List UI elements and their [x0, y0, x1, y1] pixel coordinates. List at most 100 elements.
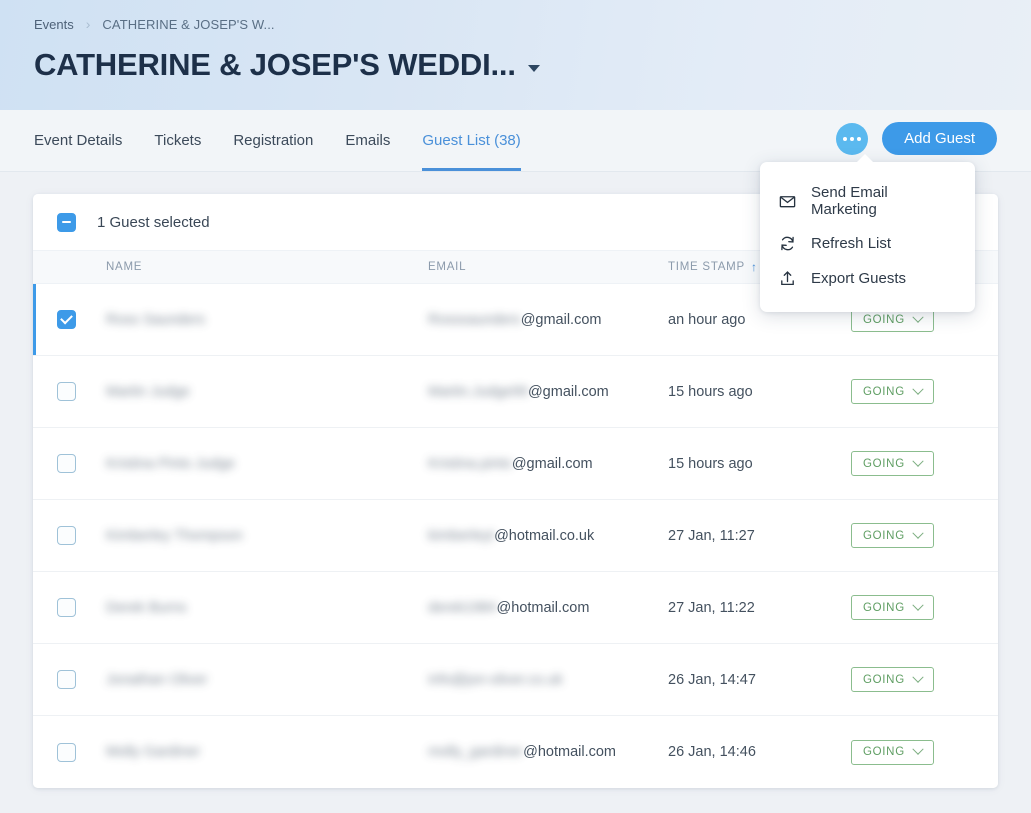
guest-email-cell: derek1984@hotmail.com — [428, 600, 668, 616]
guest-rsvp-cell: GOING — [851, 595, 998, 620]
tab-list: Event Details Tickets Registration Email… — [34, 110, 537, 171]
row-checkbox[interactable] — [57, 670, 76, 689]
rsvp-status-label: GOING — [863, 314, 905, 326]
guest-rsvp-cell: GOING — [851, 379, 998, 404]
guest-name-redacted: Martin Judge — [106, 384, 190, 400]
column-header-email[interactable]: EMAIL — [428, 261, 668, 273]
rsvp-status-badge[interactable]: GOING — [851, 523, 934, 548]
page-title: CATHERINE & JOSEP'S WEDDI... — [34, 48, 516, 82]
row-checkbox[interactable] — [57, 598, 76, 617]
chevron-right-icon: › — [86, 17, 91, 31]
guest-rsvp-cell: GOING — [851, 667, 998, 692]
tab-emails[interactable]: Emails — [329, 110, 406, 171]
email-local-redacted: info@jon-oliver.co.uk — [428, 672, 563, 688]
guest-name-cell: Molly Gardiner — [106, 744, 428, 760]
row-checkbox[interactable] — [57, 743, 76, 762]
row-checkbox[interactable] — [57, 310, 76, 329]
guest-name-redacted: Derek Burns — [106, 600, 187, 616]
rsvp-status-badge[interactable]: GOING — [851, 667, 934, 692]
tab-event-details[interactable]: Event Details — [34, 110, 138, 171]
table-row[interactable]: Derek Burns derek1984@hotmail.com 27 Jan… — [33, 572, 998, 644]
row-checkbox-cell — [33, 454, 106, 473]
guest-rsvp-cell: GOING — [851, 740, 998, 765]
guest-timestamp-cell: 26 Jan, 14:46 — [668, 744, 851, 760]
email-local-redacted: derek1984 — [428, 600, 497, 616]
email-domain: @gmail.com — [521, 312, 602, 328]
guest-timestamp-cell: an hour ago — [668, 312, 851, 328]
chevron-down-icon — [912, 527, 923, 538]
guest-name-cell: Ross Saunders — [106, 312, 428, 328]
row-checkbox[interactable] — [57, 454, 76, 473]
table-row[interactable]: Molly Gardiner molly_gardiner@hotmail.co… — [33, 716, 998, 788]
guest-name-redacted: Ross Saunders — [106, 312, 205, 328]
selection-count-label: 1 Guest selected — [97, 214, 210, 231]
guest-timestamp-cell: 15 hours ago — [668, 456, 851, 472]
guest-rsvp-cell: GOING — [851, 523, 998, 548]
chevron-down-icon — [912, 311, 923, 322]
guest-timestamp-cell: 27 Jan, 11:27 — [668, 528, 851, 544]
rsvp-status-badge[interactable]: GOING — [851, 451, 934, 476]
upload-icon — [778, 269, 797, 288]
guest-name-cell: Martin Judge — [106, 384, 428, 400]
email-domain: @hotmail.co.uk — [494, 528, 594, 544]
row-checkbox[interactable] — [57, 526, 76, 545]
guest-email-cell: Kristina.pinto@gmail.com — [428, 456, 668, 472]
sort-ascending-icon: ↑ — [751, 261, 758, 273]
chevron-down-icon — [912, 671, 923, 682]
guest-name-redacted: Molly Gardiner — [106, 744, 200, 760]
tab-label: Registration — [233, 132, 313, 149]
row-checkbox-cell — [33, 670, 106, 689]
dot-icon — [843, 137, 847, 141]
chevron-down-icon — [912, 599, 923, 610]
guest-rsvp-cell: GOING — [851, 451, 998, 476]
tab-guest-list[interactable]: Guest List (38) — [406, 110, 536, 171]
rsvp-status-badge[interactable]: GOING — [851, 740, 934, 765]
title-row: CATHERINE & JOSEP'S WEDDI... — [34, 48, 997, 82]
table-row[interactable]: Martin Judge Martin.Judge99@gmail.com 15… — [33, 356, 998, 428]
rsvp-status-label: GOING — [863, 602, 905, 614]
breadcrumb: Events › CATHERINE & JOSEP'S W... — [34, 14, 997, 34]
menu-item-label: Export Guests — [811, 270, 906, 287]
menu-item-refresh-list[interactable]: Refresh List — [760, 226, 975, 261]
chevron-down-icon — [912, 383, 923, 394]
rsvp-status-label: GOING — [863, 530, 905, 542]
rsvp-status-badge[interactable]: GOING — [851, 379, 934, 404]
table-row[interactable]: Jonathan Oliver info@jon-oliver.co.uk 26… — [33, 644, 998, 716]
rsvp-status-badge[interactable]: GOING — [851, 595, 934, 620]
email-domain: @hotmail.com — [497, 600, 590, 616]
select-all-checkbox[interactable] — [57, 213, 76, 232]
breadcrumb-current-event: CATHERINE & JOSEP'S W... — [102, 17, 274, 32]
email-local-redacted: molly_gardiner — [428, 744, 523, 760]
tab-registration[interactable]: Registration — [217, 110, 329, 171]
more-options-button[interactable] — [836, 123, 868, 155]
guest-email-cell: molly_gardiner@hotmail.com — [428, 744, 668, 760]
tab-tickets[interactable]: Tickets — [138, 110, 217, 171]
menu-item-export-guests[interactable]: Export Guests — [760, 261, 975, 296]
caret-down-icon[interactable] — [528, 65, 540, 72]
chevron-down-icon — [912, 455, 923, 466]
menu-item-label: Send Email Marketing — [811, 184, 957, 218]
guest-name-cell: Derek Burns — [106, 600, 428, 616]
rsvp-status-label: GOING — [863, 746, 905, 758]
table-row[interactable]: Kristina Pinto Judge Kristina.pinto@gmai… — [33, 428, 998, 500]
email-local-redacted: kimberleyt — [428, 528, 494, 544]
email-local-redacted: Rosssaunders — [428, 312, 521, 328]
guest-email-cell: kimberleyt@hotmail.co.uk — [428, 528, 668, 544]
row-checkbox-cell — [33, 526, 106, 545]
tab-label: Emails — [345, 132, 390, 149]
table-row[interactable]: Kimberley Thompson kimberleyt@hotmail.co… — [33, 500, 998, 572]
guest-name-redacted: Kimberley Thompson — [106, 528, 243, 544]
column-header-name[interactable]: NAME — [106, 261, 428, 273]
add-guest-button[interactable]: Add Guest — [882, 122, 997, 155]
more-options-menu: Send Email Marketing Refresh List — [760, 162, 975, 312]
guest-timestamp-cell: 15 hours ago — [668, 384, 851, 400]
tab-bar: Event Details Tickets Registration Email… — [0, 110, 1031, 172]
breadcrumb-events-link[interactable]: Events — [34, 17, 74, 32]
email-local-redacted: Kristina.pinto — [428, 456, 512, 472]
email-domain: @gmail.com — [512, 456, 593, 472]
rsvp-status-label: GOING — [863, 458, 905, 470]
rsvp-status-label: GOING — [863, 674, 905, 686]
row-checkbox[interactable] — [57, 382, 76, 401]
menu-item-send-email-marketing[interactable]: Send Email Marketing — [760, 176, 975, 226]
menu-item-label: Refresh List — [811, 235, 891, 252]
